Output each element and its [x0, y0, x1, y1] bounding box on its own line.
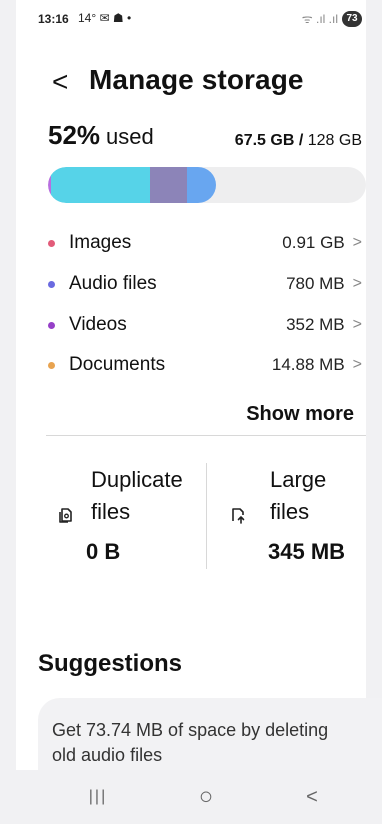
large-files-size: 345 MB: [268, 539, 346, 564]
category-documents[interactable]: Documents 14.88 MB >: [48, 353, 362, 377]
back-button[interactable]: <: [52, 68, 68, 96]
large-files-label-line2: files: [270, 499, 310, 524]
status-bar: 13:16 14° ✉ ☗ • ᯤ .ıl .ıl 73: [38, 10, 362, 30]
recent-apps-button[interactable]: |||: [78, 784, 118, 810]
category-audio-files[interactable]: Audio files 780 MB >: [48, 272, 362, 296]
category-name: Videos: [69, 314, 127, 335]
file-upload-icon: [232, 508, 245, 524]
page-title: Manage storage: [89, 64, 304, 95]
usage-summary: 52% used: [48, 120, 154, 151]
capacity-text: 67.5 GB / 128 GB: [235, 132, 362, 150]
status-time: 13:16: [38, 12, 69, 26]
navigation-bar: ||| ○ <: [0, 770, 382, 824]
category-images[interactable]: Images 0.91 GB >: [48, 231, 362, 255]
suggestion-text: Get 73.74 MB of space by deleting old au…: [52, 720, 329, 765]
bar-segment-other: [187, 167, 216, 203]
category-name: Documents: [69, 354, 166, 375]
tile-divider: [206, 463, 207, 569]
chevron-right-icon: >: [352, 275, 362, 292]
chevron-right-icon: >: [352, 234, 362, 251]
category-name: Images: [69, 232, 132, 253]
usage-used-label: used: [106, 124, 154, 149]
signal-icon: ᯤ .ıl .ıl: [301, 12, 338, 26]
large-files-tile[interactable]: Large files 345 MB: [228, 465, 368, 575]
nav-back-button[interactable]: <: [292, 784, 332, 810]
chevron-right-icon: >: [352, 356, 362, 373]
storage-usage-bar: [48, 167, 366, 203]
battery-icon: 73: [342, 10, 362, 27]
duplicate-files-label-line1: Duplicate: [91, 467, 183, 492]
duplicate-files-label-line2: files: [91, 499, 131, 524]
category-size: 352 MB: [286, 315, 345, 334]
large-files-label-line1: Large: [270, 467, 327, 492]
section-divider: [46, 435, 366, 436]
storage-usage-fill: [48, 167, 216, 203]
category-size: 14.88 MB: [271, 355, 345, 374]
bar-segment-system: [150, 167, 188, 203]
suggestions-heading: Suggestions: [38, 650, 183, 677]
duplicate-files-tile[interactable]: Duplicate files 0 B: [56, 465, 196, 575]
status-notification-icons: 14° ✉ ☗ •: [78, 11, 132, 25]
duplicate-files-size: 0 B: [86, 539, 121, 564]
category-videos[interactable]: Videos 352 MB >: [48, 313, 362, 337]
chevron-right-icon: >: [352, 316, 362, 333]
left-shade: [0, 0, 16, 824]
category-color-dot: [48, 239, 55, 247]
bar-segment-apps: [51, 167, 151, 203]
category-color-dot: [48, 280, 55, 288]
usage-percent: 52%: [48, 120, 101, 150]
category-color-dot: [48, 321, 55, 329]
category-color-dot: [48, 361, 55, 369]
copy-file-icon: [59, 508, 72, 523]
home-button[interactable]: ○: [186, 783, 226, 810]
used-amount: 67.5 GB /: [234, 132, 304, 149]
status-right-icons: ᯤ .ıl .ıl 73: [302, 10, 362, 27]
category-size: 780 MB: [286, 274, 345, 293]
total-capacity: 128 GB: [307, 132, 362, 149]
show-more-button[interactable]: Show more: [246, 403, 354, 426]
category-name: Audio files: [69, 273, 157, 294]
category-size: 0.91 GB: [282, 233, 345, 252]
